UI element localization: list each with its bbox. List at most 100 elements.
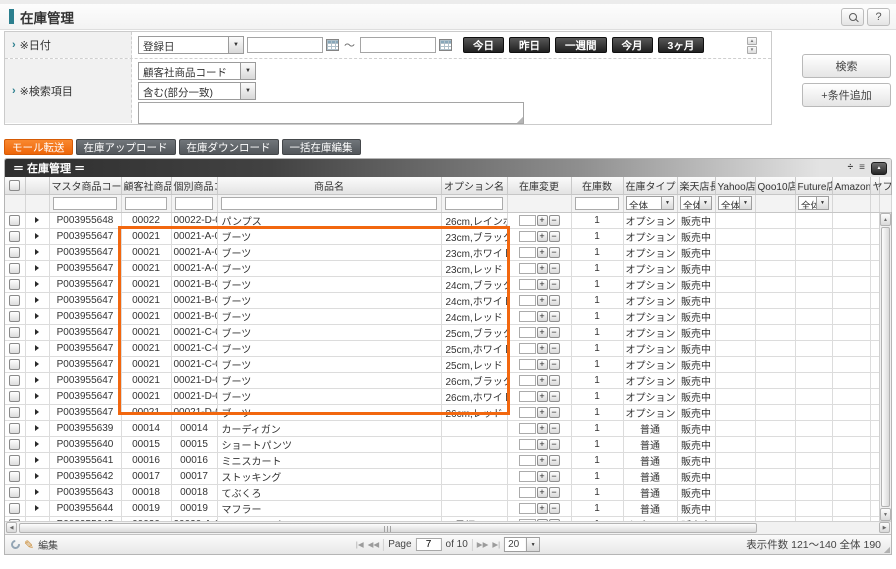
- row-checkbox[interactable]: [9, 279, 20, 290]
- stock-change-input[interactable]: [519, 375, 536, 386]
- stock-plus-button[interactable]: +: [537, 263, 548, 274]
- stock-plus-button[interactable]: +: [537, 279, 548, 290]
- stock-plus-button[interactable]: +: [537, 391, 548, 402]
- resize-grip-icon[interactable]: ◢: [517, 116, 523, 124]
- row-expand-icon[interactable]: [35, 473, 39, 479]
- stock-minus-button[interactable]: −: [549, 263, 560, 274]
- edit-pencil-icon[interactable]: ✎: [24, 539, 34, 551]
- filter-select-stock_type[interactable]: 全体▼: [626, 196, 674, 210]
- stock-change-input[interactable]: [519, 327, 536, 338]
- filter-select-future[interactable]: 全体▼: [798, 196, 829, 210]
- search-field-select[interactable]: 顧客社商品コード ▼: [138, 62, 256, 80]
- col-header-yahoo[interactable]: Yahoo店長: [715, 177, 755, 194]
- stock-plus-button[interactable]: +: [537, 327, 548, 338]
- row-expand-icon[interactable]: [35, 457, 39, 463]
- stock-minus-button[interactable]: −: [549, 487, 560, 498]
- stock-plus-button[interactable]: +: [537, 455, 548, 466]
- stock-minus-button[interactable]: −: [549, 407, 560, 418]
- stock-minus-button[interactable]: −: [549, 359, 560, 370]
- row-expand-icon[interactable]: [35, 313, 39, 319]
- scroll-down-icon[interactable]: ▼: [880, 508, 891, 521]
- row-checkbox[interactable]: [9, 327, 20, 338]
- stock-change-input[interactable]: [519, 247, 536, 258]
- col-header-customer_code[interactable]: 顧客社商品コード: [121, 177, 171, 194]
- quick-date-button[interactable]: 昨日: [509, 37, 550, 53]
- stock-change-input[interactable]: [519, 455, 536, 466]
- row-checkbox[interactable]: [9, 311, 20, 322]
- stock-change-input[interactable]: [519, 423, 536, 434]
- stock-minus-button[interactable]: −: [549, 471, 560, 482]
- page-number-input[interactable]: [416, 538, 442, 551]
- filter-input-customer_code[interactable]: [125, 197, 167, 210]
- menu-icon[interactable]: ≡: [859, 163, 865, 173]
- row-expand-icon[interactable]: [35, 329, 39, 335]
- scroll-left-icon[interactable]: ◀: [6, 522, 17, 533]
- col-header-yafu[interactable]: ヤフ: [870, 177, 879, 194]
- quick-date-button[interactable]: 今日: [463, 37, 504, 53]
- stock-minus-button[interactable]: −: [549, 247, 560, 258]
- stock-plus-button[interactable]: +: [537, 407, 548, 418]
- spinner-up-icon[interactable]: ▲: [747, 37, 757, 45]
- stock-minus-button[interactable]: −: [549, 375, 560, 386]
- stock-change-input[interactable]: [519, 215, 536, 226]
- stock-change-input[interactable]: [519, 343, 536, 354]
- stock-plus-button[interactable]: +: [537, 423, 548, 434]
- select-all-checkbox[interactable]: [9, 180, 20, 191]
- row-checkbox[interactable]: [9, 263, 20, 274]
- row-expand-icon[interactable]: [35, 409, 39, 415]
- quick-date-button[interactable]: 3ヶ月: [658, 37, 705, 53]
- col-header-item_code[interactable]: 個別商品コード: [171, 177, 217, 194]
- col-header-stock_change[interactable]: 在庫変更: [507, 177, 571, 194]
- match-type-select[interactable]: 含む(部分一致) ▼: [138, 82, 256, 100]
- stock-plus-button[interactable]: +: [537, 295, 548, 306]
- stock-minus-button[interactable]: −: [549, 279, 560, 290]
- search-button[interactable]: 検索: [802, 54, 891, 78]
- stock-plus-button[interactable]: +: [537, 359, 548, 370]
- row-checkbox[interactable]: [9, 343, 20, 354]
- first-page-button[interactable]: |◀: [356, 541, 364, 549]
- row-expand-icon[interactable]: [35, 217, 39, 223]
- quick-date-button[interactable]: 今月: [612, 37, 653, 53]
- add-condition-button[interactable]: +条件追加: [802, 83, 891, 107]
- row-expand-icon[interactable]: [35, 281, 39, 287]
- stock-minus-button[interactable]: −: [549, 439, 560, 450]
- row-expand-icon[interactable]: [35, 441, 39, 447]
- row-checkbox[interactable]: [9, 295, 20, 306]
- row-checkbox[interactable]: [9, 375, 20, 386]
- stock-plus-button[interactable]: +: [537, 471, 548, 482]
- row-checkbox[interactable]: [9, 391, 20, 402]
- stock-change-input[interactable]: [519, 295, 536, 306]
- col-header-select[interactable]: [5, 177, 25, 194]
- divider-icon[interactable]: ÷: [848, 163, 854, 173]
- stock-change-input[interactable]: [519, 407, 536, 418]
- col-header-expand[interactable]: [25, 177, 49, 194]
- filter-select-rakuten[interactable]: 全体▼: [680, 196, 712, 210]
- quick-date-button[interactable]: 一週間: [555, 37, 607, 53]
- row-checkbox[interactable]: [9, 487, 20, 498]
- date-from-input[interactable]: [247, 37, 323, 53]
- filter-input-option_name[interactable]: [445, 197, 503, 210]
- stock-change-input[interactable]: [519, 311, 536, 322]
- stock-minus-button[interactable]: −: [549, 215, 560, 226]
- stock-plus-button[interactable]: +: [537, 503, 548, 514]
- row-checkbox[interactable]: [9, 359, 20, 370]
- row-checkbox[interactable]: [9, 423, 20, 434]
- edit-label[interactable]: 編集: [38, 537, 58, 552]
- stock-minus-button[interactable]: −: [549, 503, 560, 514]
- row-expand-icon[interactable]: [35, 377, 39, 383]
- col-header-product_name[interactable]: 商品名: [217, 177, 441, 194]
- row-expand-icon[interactable]: [35, 249, 39, 255]
- refresh-icon[interactable]: [9, 538, 22, 551]
- row-checkbox[interactable]: [9, 215, 20, 226]
- toolbar-button[interactable]: 在庫アップロード: [76, 139, 176, 155]
- col-header-stock_count[interactable]: 在庫数: [571, 177, 623, 194]
- stock-minus-button[interactable]: −: [549, 455, 560, 466]
- vertical-scrollbar[interactable]: ▲ ▼: [879, 213, 891, 521]
- col-header-option_name[interactable]: オプション名: [441, 177, 507, 194]
- col-header-stock_type[interactable]: 在庫タイプ: [623, 177, 677, 194]
- calendar-icon[interactable]: [326, 39, 339, 51]
- stock-change-input[interactable]: [519, 503, 536, 514]
- date-type-select[interactable]: 登録日 ▼: [138, 36, 244, 54]
- toolbar-button[interactable]: 在庫ダウンロード: [179, 139, 279, 155]
- stock-plus-button[interactable]: +: [537, 375, 548, 386]
